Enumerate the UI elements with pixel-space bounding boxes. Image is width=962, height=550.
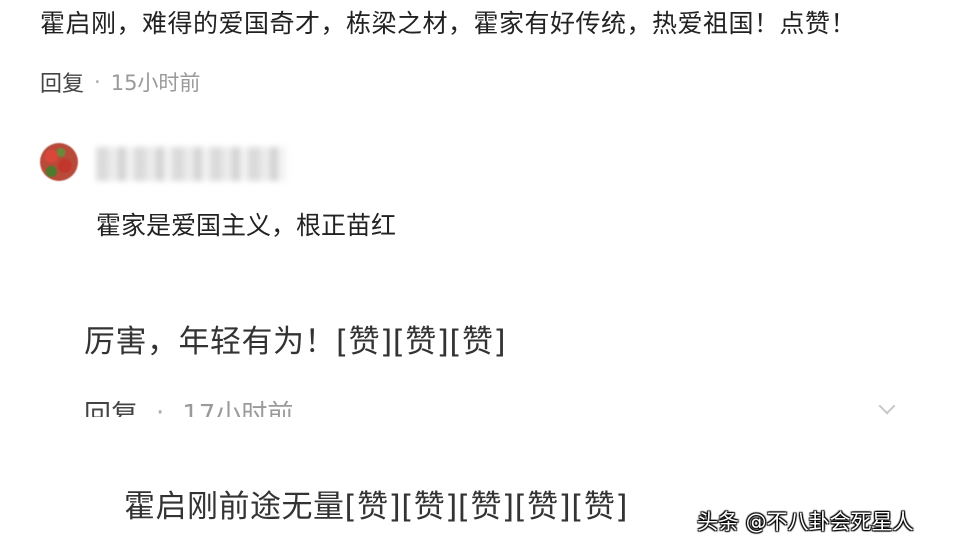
- comment-3-timestamp: 17小时前: [182, 400, 294, 417]
- avatar[interactable]: [40, 143, 78, 181]
- comment-3-meta: 回复 · 17小时前: [84, 393, 384, 418]
- comment-2-text: 霍家是爱国主义，根正苗红: [96, 211, 397, 240]
- comment-3-reply-button[interactable]: 回复: [84, 393, 138, 417]
- meta-separator: ·: [156, 397, 165, 418]
- comment-1-text: 霍启刚，难得的爱国奇才，栋梁之材，霍家有好传统，热爱祖国！点赞！: [40, 9, 857, 38]
- comment-4-text: 霍启刚前途无量[赞][赞][赞][赞][赞]: [124, 489, 628, 525]
- blurred-username[interactable]: [96, 147, 286, 181]
- chevron-down-icon[interactable]: [878, 397, 896, 415]
- comment-3-text: 厉害，年轻有为！[赞][赞][赞]: [84, 324, 507, 360]
- meta-separator: ·: [94, 70, 101, 94]
- comment-1-reply-button[interactable]: 回复: [40, 66, 84, 98]
- comment-1-timestamp: 15小时前: [110, 71, 201, 95]
- comment-1-meta: 回复 · 15小时前: [40, 66, 200, 98]
- watermark: 头条 @不八卦会死星人: [697, 510, 914, 534]
